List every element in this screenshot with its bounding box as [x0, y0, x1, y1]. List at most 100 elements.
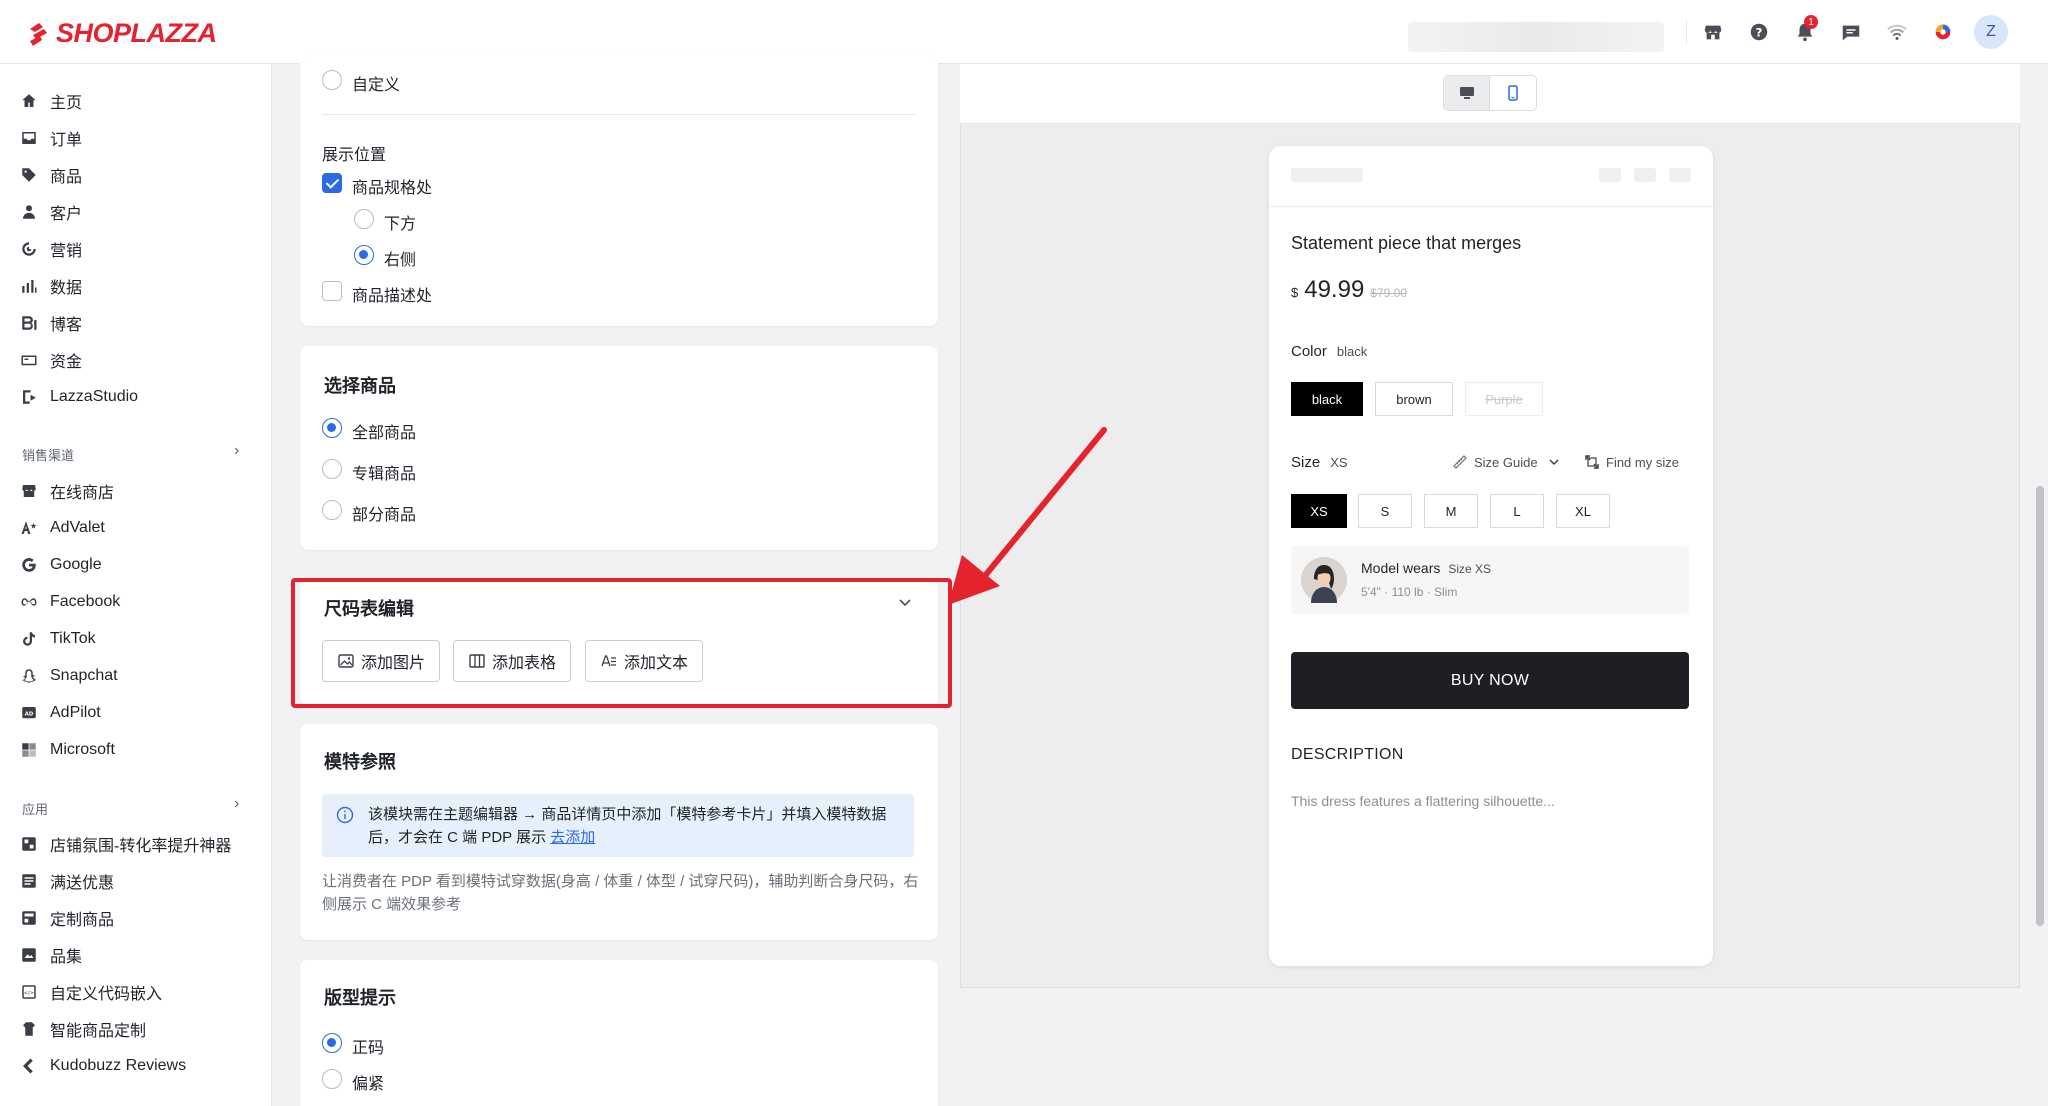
- notifications-button[interactable]: 1: [1782, 14, 1828, 50]
- store-icon: [22, 485, 36, 497]
- sidebar-item-label: 品集: [50, 949, 83, 966]
- advalet-icon: [21, 521, 37, 534]
- sidebar-item-app[interactable]: 品集: [20, 940, 82, 970]
- buy-now-button[interactable]: BUY NOW: [1291, 652, 1689, 709]
- app-icon: [22, 911, 36, 925]
- sidebar-item-app[interactable]: 定制商品: [20, 903, 114, 933]
- sidebar-item-label: 店铺氛围-转化率提升神器: [50, 838, 232, 855]
- chevron-right-icon[interactable]: ›: [234, 795, 239, 813]
- add-model-card-link[interactable]: 去添加: [550, 829, 595, 846]
- sidebar-item-customers[interactable]: 客户: [20, 197, 82, 227]
- radio-partial-products[interactable]: [322, 500, 342, 520]
- annotation-highlight-box: [291, 578, 952, 708]
- sidebar-item-lazzastudio[interactable]: LazzaStudio: [20, 382, 138, 412]
- sidebar-item-label: 满送优惠: [50, 875, 115, 892]
- checkbox-spec[interactable]: [322, 173, 342, 193]
- inbox-icon: [22, 132, 36, 144]
- info-message: 该模块需在主题编辑器 → 商品详情页中添加「模特参考卡片」并填入模特数据后，才会…: [368, 806, 887, 846]
- radio-collection-products[interactable]: [322, 459, 342, 479]
- sidebar-item-label: 数据: [50, 280, 83, 297]
- sidebar-item-app[interactable]: Kudobuzz Reviews: [20, 1051, 186, 1081]
- shoplazza-logo[interactable]: SHOPLAZZA: [26, 18, 217, 49]
- option-spec-label: 商品规格处: [352, 180, 433, 197]
- sidebar-item-label: Kudobuzz Reviews: [50, 1057, 187, 1074]
- card-title: 模特参照: [324, 752, 396, 772]
- sidebar-item-home[interactable]: 主页: [20, 86, 82, 116]
- messages-button[interactable]: [1828, 14, 1874, 50]
- sidebar-item-google[interactable]: Google: [20, 550, 102, 580]
- sidebar-item-label: Facebook: [50, 593, 121, 610]
- sidebar-item-analytics[interactable]: 数据: [20, 271, 82, 301]
- sidebar-item-marketing[interactable]: 营销: [20, 234, 82, 264]
- sidebar-item-label: 智能商品定制: [50, 1023, 147, 1040]
- svg-text:</>: </>: [24, 991, 35, 997]
- sidebar-item-facebook[interactable]: Facebook: [20, 587, 120, 617]
- radio-true-to-size[interactable]: [322, 1033, 342, 1053]
- radio-right[interactable]: [354, 245, 374, 265]
- radio-all-products[interactable]: [322, 418, 342, 438]
- checkbox-description[interactable]: [322, 281, 342, 301]
- option-below-label: 下方: [384, 216, 417, 233]
- radio-custom[interactable]: [322, 70, 342, 90]
- device-toggle: [1443, 75, 1537, 111]
- sidebar-item-products[interactable]: 商品: [20, 160, 82, 190]
- sidebar-item-label: 主页: [50, 95, 83, 112]
- radio-runs-small[interactable]: [322, 1069, 342, 1089]
- size-option-l[interactable]: L: [1490, 494, 1544, 528]
- sidebar-item-advalet[interactable]: AdValet: [20, 513, 105, 543]
- sidebar-item-label: 自定义代码嵌入: [50, 986, 163, 1003]
- notification-badge: 1: [1804, 15, 1818, 29]
- sidebar-item-app[interactable]: 店铺氛围-转化率提升神器: [20, 829, 231, 859]
- store-icon: [1704, 25, 1722, 40]
- user-avatar[interactable]: Z: [1974, 15, 2008, 49]
- sidebar-item-online-store[interactable]: 在线商店: [20, 476, 114, 506]
- sidebar-item-finance[interactable]: 资金: [20, 345, 82, 375]
- store-switcher[interactable]: [1408, 22, 1664, 52]
- find-my-size-link[interactable]: Find my size: [1584, 454, 1679, 470]
- card-title: 版型提示: [324, 988, 396, 1008]
- sidebar-item-app[interactable]: 满送优惠: [20, 866, 114, 896]
- ruler-icon: [1453, 455, 1467, 469]
- color-swatch-black[interactable]: black: [1291, 382, 1363, 416]
- sidebar-item-label: 营销: [50, 243, 83, 260]
- help-button[interactable]: ?: [1736, 14, 1782, 50]
- scrollbar[interactable]: [2036, 486, 2044, 926]
- sidebar-item-orders[interactable]: 订单: [20, 123, 82, 153]
- size-option-s[interactable]: S: [1358, 494, 1412, 528]
- color-value: black: [1336, 344, 1368, 359]
- network-button[interactable]: [1874, 14, 1920, 50]
- sidebar-item-label: 资金: [50, 354, 83, 371]
- sidebar-item-label: 在线商店: [50, 485, 115, 502]
- sidebar-item-blog[interactable]: 博客: [20, 308, 82, 338]
- wifi-icon: [1887, 24, 1907, 40]
- find-size-label: Find my size: [1606, 454, 1679, 470]
- app-launcher-button[interactable]: [1920, 14, 1966, 50]
- sidebar-item-label: Snapchat: [50, 667, 118, 684]
- size-guide-link[interactable]: Size Guide: [1452, 454, 1560, 470]
- size-option-xl[interactable]: XL: [1556, 494, 1610, 528]
- sidebar-item-microsoft[interactable]: Microsoft: [20, 735, 115, 765]
- sidebar-item-app[interactable]: 智能商品定制: [20, 1014, 146, 1044]
- app-icon: [22, 837, 36, 851]
- online-store-button[interactable]: [1690, 14, 1736, 50]
- sidebar-item-app[interactable]: </> 自定义代码嵌入: [20, 977, 162, 1007]
- size-option-m[interactable]: M: [1424, 494, 1478, 528]
- radio-below[interactable]: [354, 209, 374, 229]
- mobile-view-button[interactable]: [1490, 76, 1536, 110]
- mobile-icon: [1508, 85, 1518, 101]
- divider: [322, 114, 916, 115]
- chevron-right-icon[interactable]: ›: [234, 442, 239, 460]
- color-swatch-brown[interactable]: brown: [1375, 382, 1453, 416]
- sidebar-item-adpilot[interactable]: AD AdPilot: [20, 698, 101, 728]
- sales-channels-title: 销售渠道: [22, 448, 75, 463]
- desktop-view-button[interactable]: [1444, 76, 1491, 110]
- sidebar-item-label: 商品: [50, 169, 83, 186]
- sidebar-item-tiktok[interactable]: TikTok: [20, 624, 96, 654]
- snapchat-icon: [22, 669, 36, 683]
- sidebar-item-snapchat[interactable]: Snapchat: [20, 661, 118, 691]
- top-bar: SHOPLAZZA ? 1 Z: [0, 0, 2048, 64]
- sidebar-item-label: 博客: [50, 317, 83, 334]
- color-swatch-purple[interactable]: Purple: [1465, 382, 1543, 416]
- size-option-xs[interactable]: XS: [1291, 494, 1347, 528]
- top-divider: [1686, 20, 1687, 44]
